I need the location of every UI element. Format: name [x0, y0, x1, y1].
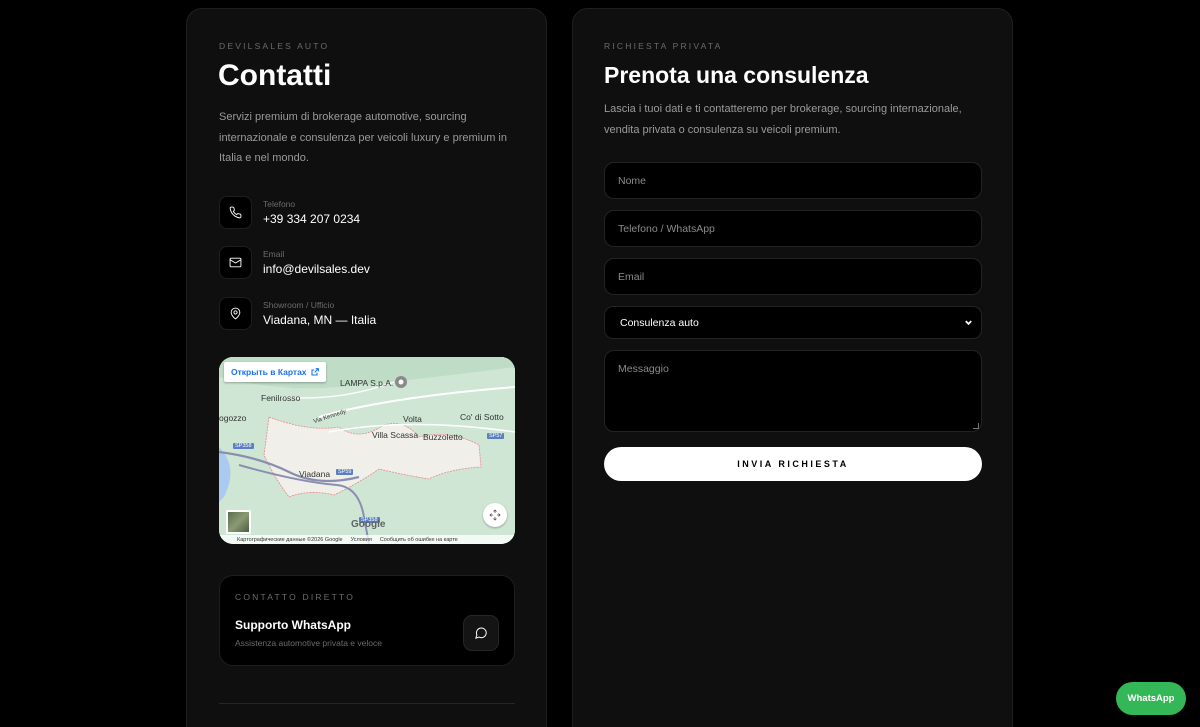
external-link-icon	[311, 368, 319, 376]
message-textarea[interactable]	[604, 350, 982, 432]
google-logo: Google	[351, 519, 386, 530]
email-label: Email	[263, 249, 285, 259]
map-label: Fenilrosso	[261, 393, 301, 403]
satellite-toggle[interactable]	[226, 510, 251, 534]
email-input[interactable]	[604, 258, 982, 295]
contact-showroom: Showroom / Ufficio Viadana, MN — Italia	[219, 297, 376, 330]
booking-form-panel: RICHIESTA PRIVATA Prenota una consulenza…	[572, 8, 1013, 727]
map-label: ogozzo	[219, 413, 247, 423]
contacts-eyebrow: DEVILSALES AUTO	[219, 41, 330, 51]
form-description: Lascia i tuoi dati e ti contatteremo per…	[604, 103, 962, 136]
open-in-maps-button[interactable]: Открыть в Картах	[224, 362, 326, 382]
contact-phone[interactable]: Telefono +39 334 207 0234	[219, 196, 360, 229]
service-select[interactable]: Consulenza auto	[604, 306, 982, 339]
phone-value: +39 334 207 0234	[263, 212, 361, 226]
contacts-description: Servizi premium di brokerage automotive,…	[219, 111, 507, 164]
expand-arrows-icon	[489, 509, 501, 521]
phone-label: Telefono	[263, 199, 296, 209]
mail-icon	[219, 246, 252, 279]
whatsapp-card-title: Supporto WhatsApp	[235, 618, 351, 632]
map-pin-icon	[219, 297, 252, 330]
contact-email[interactable]: Email info@devilsales.dev	[219, 246, 370, 279]
map-footer: Картографические данные ©2026 Google Усл…	[219, 535, 515, 544]
whatsapp-card-eyebrow: CONTATTO DIRETTO	[235, 592, 356, 602]
map-label: Co' di Sotto	[460, 412, 504, 422]
whatsapp-support-card[interactable]: CONTATTO DIRETTO Supporto WhatsApp Assis…	[219, 575, 515, 666]
map-label: Buzzoletto	[423, 432, 463, 442]
contacts-panel: DEVILSALES AUTO Contatti Servizi premium…	[186, 8, 547, 727]
phone-icon	[219, 196, 252, 229]
whatsapp-chat-button[interactable]	[463, 615, 499, 651]
road-shield: SP59	[336, 469, 354, 475]
chevron-down-icon	[965, 320, 972, 326]
map-report-link[interactable]: Сообщить об ошибке на карте	[380, 537, 458, 543]
name-input[interactable]	[604, 162, 982, 199]
form-eyebrow: RICHIESTA PRIVATA	[604, 41, 723, 51]
contacts-title: Contatti	[218, 59, 332, 92]
panel-divider	[219, 703, 515, 704]
email-value: info@devilsales.dev	[263, 262, 370, 276]
showroom-value: Viadana, MN — Italia	[263, 313, 377, 327]
showroom-label: Showroom / Ufficio	[263, 300, 335, 310]
whatsapp-card-subtitle: Assistenza automotive privata e veloce	[235, 638, 382, 648]
map-label: Viadana	[299, 469, 331, 479]
form-title: Prenota una consulenza	[604, 62, 869, 88]
road-shield: SP358	[233, 443, 254, 449]
whatsapp-floating-button[interactable]: WhatsApp	[1116, 682, 1186, 715]
open-in-maps-label: Открыть в Картах	[231, 367, 307, 377]
chat-bubble-icon	[475, 627, 487, 639]
road-shield: SP57	[487, 433, 505, 439]
location-map[interactable]: Открыть в Картах LAMPA S.p.A. Fenilrosso…	[219, 357, 515, 544]
resize-handle[interactable]	[973, 423, 979, 429]
map-terms-link[interactable]: Условия	[351, 537, 372, 543]
map-label: Volta	[403, 414, 422, 424]
map-copyright: Картографические данные ©2026 Google	[237, 536, 343, 543]
fullscreen-button[interactable]	[483, 503, 507, 527]
phone-input[interactable]	[604, 210, 982, 247]
submit-request-button[interactable]: INVIA RICHIESTA	[604, 447, 982, 481]
service-select-value: Consulenza auto	[620, 316, 699, 329]
map-label: Villa Scassa	[372, 430, 419, 440]
map-label: LAMPA S.p.A.	[340, 378, 394, 388]
